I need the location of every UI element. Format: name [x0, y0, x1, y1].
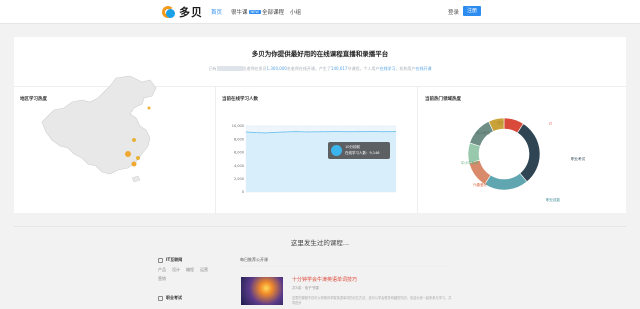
category-head-label: 职业考试: [166, 295, 182, 300]
island-shape: [131, 175, 141, 183]
learn-online-link[interactable]: 在线学习: [379, 66, 395, 71]
series-area: [246, 131, 396, 192]
china-heat-map: [41, 75, 157, 183]
category-links: 产品 设计 编程 运营: [158, 267, 208, 273]
category-head[interactable]: 职业考试: [158, 295, 182, 301]
donut-slice: [484, 172, 528, 191]
hero-sub-b: 名老师在线开课: [286, 66, 315, 71]
hero-sub-e: ，机构用户: [395, 66, 416, 71]
domain-heat-donut: [467, 117, 541, 191]
monitor-icon: [158, 257, 163, 263]
y-tick-label: 10,000: [232, 124, 244, 128]
y-tick-label: 8,000: [234, 137, 244, 141]
donut-label-lang: 语言: [497, 121, 504, 125]
hero-sub-c: ，产生了: [314, 66, 331, 71]
category-head[interactable]: IT互联网: [158, 257, 208, 263]
category-link[interactable]: 编程: [186, 267, 194, 273]
donut-label-skills: 职业技能: [546, 198, 560, 202]
course-title[interactable]: 十分钟学会牛津英语单词技巧: [292, 276, 357, 283]
donut-section-title: 当前热门领域热度: [425, 97, 461, 102]
divider: [240, 266, 450, 267]
heat-point: [132, 138, 136, 142]
donut-label-adult: 成人教育: [476, 131, 490, 135]
category-it: IT互联网 产品 设计 编程 运营 营销: [158, 257, 208, 282]
heat-point: [125, 151, 131, 157]
recent-courses-title: 这里发生过的课程...: [290, 239, 350, 247]
hero-subtitle: 已有 位老师在多贝1,300,000名老师在线开课，产生了140,617节课程，个…: [14, 66, 626, 72]
online-users-line-chart: 10,000 8,000 6,000 4,000 2,000 0: [232, 124, 397, 194]
heat-point: [147, 106, 151, 110]
divider: [417, 87, 418, 213]
category-link[interactable]: 产品: [158, 267, 166, 273]
masked-count: [216, 66, 243, 71]
category-links: 营销: [158, 276, 208, 282]
register-button[interactable]: 注册: [463, 6, 481, 16]
nav-item-home[interactable]: 首页: [211, 8, 222, 16]
y-tick-labels: 10,000 8,000 6,000 4,000 2,000 0: [232, 124, 244, 194]
category-exam: 职业考试: [158, 295, 182, 301]
heat-point: [136, 156, 140, 160]
nav-item-premium-label: 很牛课: [231, 10, 248, 16]
daily-recommend-title: 每日推荐公开课: [240, 257, 268, 262]
donut-slices: [467, 117, 541, 191]
divider: [14, 226, 626, 227]
chart-tooltip: 10分钟前 在线学习人数：9,146: [328, 142, 390, 159]
book-icon: [158, 295, 163, 301]
teacher-count: 1,300,000: [266, 66, 287, 71]
nav-item-all-courses[interactable]: 全部课程: [262, 8, 284, 16]
donut-label-exam: 职业考试: [571, 157, 585, 161]
heat-point: [131, 161, 137, 167]
category-head-label: IT互联网: [166, 257, 183, 262]
category-link[interactable]: 设计: [172, 267, 180, 273]
hero-sub-a: 位老师在多贝: [242, 66, 267, 71]
course-thumbnail[interactable]: [241, 277, 283, 305]
tooltip-marker: [331, 145, 342, 156]
tooltip-value: 在线学习人数：9,146: [345, 151, 380, 155]
course-description: 这里的课程不仅可以帮助你掌握英语单词的记忆方法，还可以学会很多有趣的知识，欢迎大…: [292, 296, 452, 305]
y-tick-label: 2,000: [234, 177, 244, 181]
logo-icon: [162, 5, 176, 19]
hero-sub-prefix: 已有: [208, 66, 217, 71]
logo-text: 多贝: [179, 6, 203, 19]
category-link[interactable]: 运营: [200, 267, 208, 273]
tooltip-time: 10分钟前: [345, 145, 360, 149]
top-nav: 多贝 首页 很牛课 NEW 全部课程 小组 登录 注册: [0, 0, 640, 24]
category-link[interactable]: 营销: [158, 276, 166, 282]
hero-title: 多贝为你提供最好用的在线课程直播和录播平台: [251, 50, 389, 58]
nav-item-premium[interactable]: 很牛课 NEW: [231, 8, 261, 16]
course-count: 140,617: [330, 66, 348, 71]
logo[interactable]: 多贝: [162, 4, 203, 20]
login-link[interactable]: 登录: [448, 8, 459, 16]
y-tick-label: 4,000: [234, 164, 244, 168]
donut-slice: [516, 123, 541, 183]
y-tick-label: 6,000: [234, 151, 244, 155]
new-badge: NEW: [248, 10, 261, 14]
nav-item-groups[interactable]: 小组: [290, 8, 301, 16]
donut-label-k12: 中小学教育: [461, 161, 479, 165]
donut-label-hobby: 兴趣爱好: [473, 183, 487, 187]
donut-label-it: IT: [549, 122, 553, 126]
hero-sub-d: 节课程，个人用户: [347, 66, 380, 71]
teach-online-link[interactable]: 在线开课: [415, 66, 431, 71]
y-tick-label: 0: [242, 190, 244, 194]
course-meta: 共5讲 · 电子书课: [292, 286, 319, 290]
